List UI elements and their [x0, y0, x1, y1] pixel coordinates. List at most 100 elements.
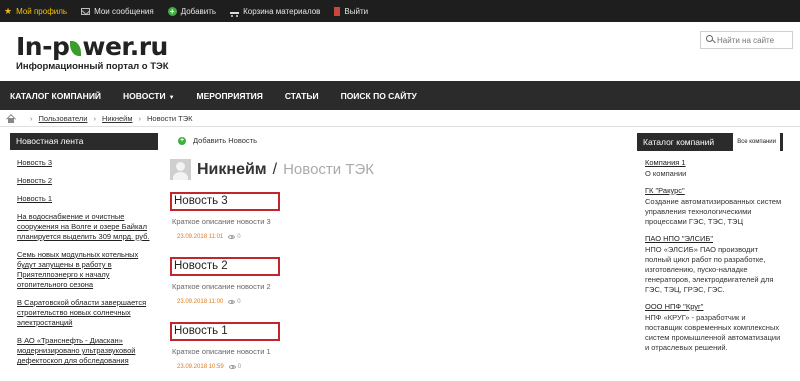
logout-link[interactable]: Выйти: [334, 6, 369, 16]
view-count-value: 0: [237, 299, 241, 305]
news-feed-list: Новость 3 Новость 2 Новость 1 На водосна…: [10, 150, 158, 366]
nav-label: КАТАЛОГ КОМПАНИЙ: [10, 90, 102, 101]
all-companies-button[interactable]: Все компании: [733, 131, 780, 153]
company-item: ПАО НПО "ЭЛСИБ" НПО «ЭЛСИБ» ПАО производ…: [645, 234, 783, 295]
news-post-title[interactable]: Новость 1: [170, 322, 280, 341]
news-post-title[interactable]: Новость 3: [170, 192, 280, 211]
news-post: Новость 1 Краткое описание новости 1 23.…: [170, 321, 625, 370]
site-search: [700, 31, 793, 49]
nav-news[interactable]: НОВОСТИ ▼: [123, 91, 174, 101]
news-post-description: Краткое описание новости 1: [172, 347, 271, 356]
company-name-link[interactable]: ПАО НПО "ЭЛСИБ": [645, 234, 783, 244]
news-post-date: 23.09.2018 10:59: [177, 364, 224, 370]
nav-label: ПОИСК ПО САЙТУ: [340, 90, 417, 101]
news-post-meta: 23.09.2018 10:59 0: [177, 364, 625, 370]
title-separator: /: [272, 160, 278, 178]
leaf-icon: [70, 41, 82, 56]
avatar: [170, 159, 191, 180]
news-post-date: 23.09.2018 11:00: [177, 299, 224, 305]
nav-articles[interactable]: СТАТЬИ: [285, 91, 319, 101]
logout-label: Выйти: [344, 6, 369, 16]
nav-label: НОВОСТИ: [123, 90, 166, 101]
cart-icon: [230, 8, 240, 17]
exit-icon: [334, 6, 341, 16]
company-item: ООО НПФ "Круг" НПФ «КРУГ» - разработчик …: [645, 302, 783, 353]
companies-list: Компания 1 О компании ГК "Ракурс" Создан…: [637, 151, 783, 353]
news-post: Новость 3 Краткое описание новости 3 23.…: [170, 191, 625, 240]
news-post-title[interactable]: Новость 2: [170, 257, 280, 276]
news-post-description: Краткое описание новости 3: [172, 217, 271, 226]
breadcrumb-nickname[interactable]: Никнейм: [102, 114, 133, 123]
page-title: Никнейм / Новости ТЭК: [170, 159, 625, 180]
news-feed-item[interactable]: В Саратовской области завершается строит…: [17, 298, 158, 328]
news-post-date: 23.09.2018 11:01: [177, 234, 224, 240]
nav-label: МЕРОПРИЯТИЯ: [196, 90, 263, 101]
admin-toolbar: ★ Мой профиль Мои сообщения + Добавить К…: [0, 0, 800, 22]
company-name-link[interactable]: ГК "Ракурс": [645, 186, 783, 196]
nav-events[interactable]: МЕРОПРИЯТИЯ: [197, 91, 263, 101]
view-count: 0: [228, 234, 241, 240]
breadcrumb-separator: ›: [138, 114, 142, 123]
my-profile-label: Мой профиль: [16, 6, 68, 16]
main-nav: КАТАЛОГ КОМПАНИЙ НОВОСТИ ▼ МЕРОПРИЯТИЯ СТ…: [0, 81, 800, 110]
company-item: Компания 1 О компании: [645, 158, 783, 179]
breadcrumb-separator: ›: [93, 114, 96, 123]
home-icon[interactable]: [6, 114, 16, 123]
chevron-down-icon: ▼: [168, 94, 175, 101]
companies-catalog-title: Каталог компаний: [643, 136, 715, 147]
view-count-value: 0: [237, 234, 241, 240]
nav-site-search[interactable]: ПОИСК ПО САЙТУ: [341, 91, 417, 101]
news-feed-panel: Новостная лента Новость 3 Новость 2 Ново…: [10, 133, 158, 374]
materials-cart-link[interactable]: Корзина материалов: [230, 6, 321, 17]
search-input[interactable]: [717, 35, 791, 45]
eye-icon: [228, 235, 236, 239]
add-news-label: Добавить Новость: [193, 136, 257, 145]
news-feed-item[interactable]: Новость 3: [17, 158, 158, 168]
company-name-link[interactable]: Компания 1: [645, 158, 783, 168]
my-messages-label: Мои сообщения: [94, 6, 154, 16]
eye-icon: [228, 300, 236, 304]
breadcrumb-current: Новости ТЭК: [147, 114, 193, 123]
view-count: 0: [228, 299, 241, 305]
add-link[interactable]: + Добавить: [167, 6, 217, 16]
breadcrumb-separator: ›: [30, 114, 33, 123]
add-label: Добавить: [180, 6, 217, 16]
news-feed-item[interactable]: Семь новых модульных котельных будут зап…: [17, 250, 158, 290]
news-feed-title: Новостная лента: [10, 133, 158, 150]
section-title: Новости ТЭК: [283, 161, 375, 178]
divider: [0, 126, 800, 127]
search-icon[interactable]: [705, 34, 717, 46]
news-post-description: Краткое описание новости 2: [172, 282, 271, 291]
companies-catalog-header: Каталог компаний Все компании: [637, 131, 783, 153]
company-description: НПФ «КРУГ» - разработчик и поставщик сов…: [645, 313, 781, 352]
company-item: ГК "Ракурс" Создание автоматизированных …: [645, 186, 783, 227]
mail-icon: [81, 7, 91, 15]
companies-catalog-panel: Каталог компаний Все компании Компания 1…: [637, 131, 783, 360]
my-profile-link[interactable]: ★ Мой профиль: [4, 6, 68, 16]
materials-cart-label: Корзина материалов: [243, 6, 321, 16]
site-logo[interactable]: In-p wer.ru: [16, 34, 168, 60]
plus-icon: +: [178, 136, 186, 145]
news-feed-item[interactable]: На водоснабжение и очистные сооружения н…: [17, 212, 158, 242]
breadcrumb-users[interactable]: Пользователи: [39, 114, 88, 123]
news-feed-item[interactable]: Новость 2: [17, 176, 158, 186]
view-count-value: 0: [237, 364, 242, 370]
view-count: 0: [228, 364, 242, 370]
add-news-button[interactable]: + Добавить Новость: [178, 136, 625, 145]
news-post: Новость 2 Краткое описание новости 2 23.…: [170, 256, 625, 305]
logo-text-right: wer.ru: [82, 32, 168, 61]
nav-companies-catalog[interactable]: КАТАЛОГ КОМПАНИЙ: [10, 91, 101, 101]
nav-label: СТАТЬИ: [284, 90, 319, 101]
eye-icon: [228, 365, 236, 369]
site-tagline: Информационный портал о ТЭК: [16, 61, 169, 72]
company-description: НПО «ЭЛСИБ» ПАО производит полный цикл р…: [645, 245, 774, 294]
company-name-link[interactable]: ООО НПФ "Круг": [645, 302, 783, 312]
my-messages-link[interactable]: Мои сообщения: [81, 7, 154, 16]
news-feed-item[interactable]: В АО «Транснефть - Диаскан» модернизиров…: [17, 336, 158, 366]
news-post-meta: 23.09.2018 11:01 0: [177, 234, 625, 240]
company-description: Создание автоматизированных систем управ…: [645, 197, 782, 226]
news-post-meta: 23.09.2018 11:00 0: [177, 299, 625, 305]
logo-text-left: In-p: [16, 32, 70, 61]
company-description: О компании: [645, 169, 687, 178]
news-feed-item[interactable]: Новость 1: [17, 194, 158, 204]
